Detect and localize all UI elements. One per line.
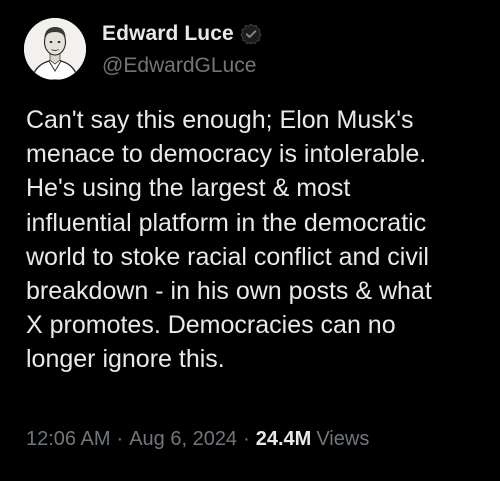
tweet-text-line: longer ignore this.: [26, 345, 225, 374]
tweet-meta: 12:06 AM · Aug 6, 2024 · 24.4M Views: [26, 428, 369, 451]
verified-badge-icon[interactable]: [240, 23, 262, 45]
tweet-header: Edward Luce @EdwardGLuce: [24, 18, 262, 80]
author-handle[interactable]: @EdwardGLuce: [102, 54, 262, 78]
avatar[interactable]: [24, 18, 86, 80]
tweet-text-line: influential platform in the democratic: [26, 208, 427, 237]
tweet-text-line: Can't say this enough; Elon Musk's: [26, 106, 414, 134]
tweet-card: Edward Luce @EdwardGLuce Can't say this …: [0, 0, 500, 481]
tweet-text-line: He's using the largest & most: [26, 174, 351, 203]
meta-separator: ·: [243, 428, 250, 450]
author-display-name[interactable]: Edward Luce: [102, 22, 234, 46]
post-time[interactable]: 12:06 AM: [26, 428, 111, 450]
tweet-text-line: menace to democracy is intolerable.: [26, 140, 427, 169]
tweet-text-line: X promotes. Democracies can no: [26, 311, 396, 340]
post-date[interactable]: Aug 6, 2024: [129, 428, 237, 450]
name-row: Edward Luce: [102, 20, 262, 48]
tweet-text-line: breakdown - in his own posts & what: [26, 277, 432, 306]
tweet-text-line: world to stoke racial conflict and civil: [26, 242, 429, 271]
avatar-portrait-icon: [24, 18, 86, 80]
meta-separator: ·: [116, 428, 124, 450]
views-label: Views: [316, 428, 370, 450]
author-info: Edward Luce @EdwardGLuce: [102, 20, 262, 78]
tweet-text: Can't say this enough; Elon Musk's menac…: [26, 103, 486, 377]
views-count[interactable]: 24.4M: [256, 428, 312, 450]
